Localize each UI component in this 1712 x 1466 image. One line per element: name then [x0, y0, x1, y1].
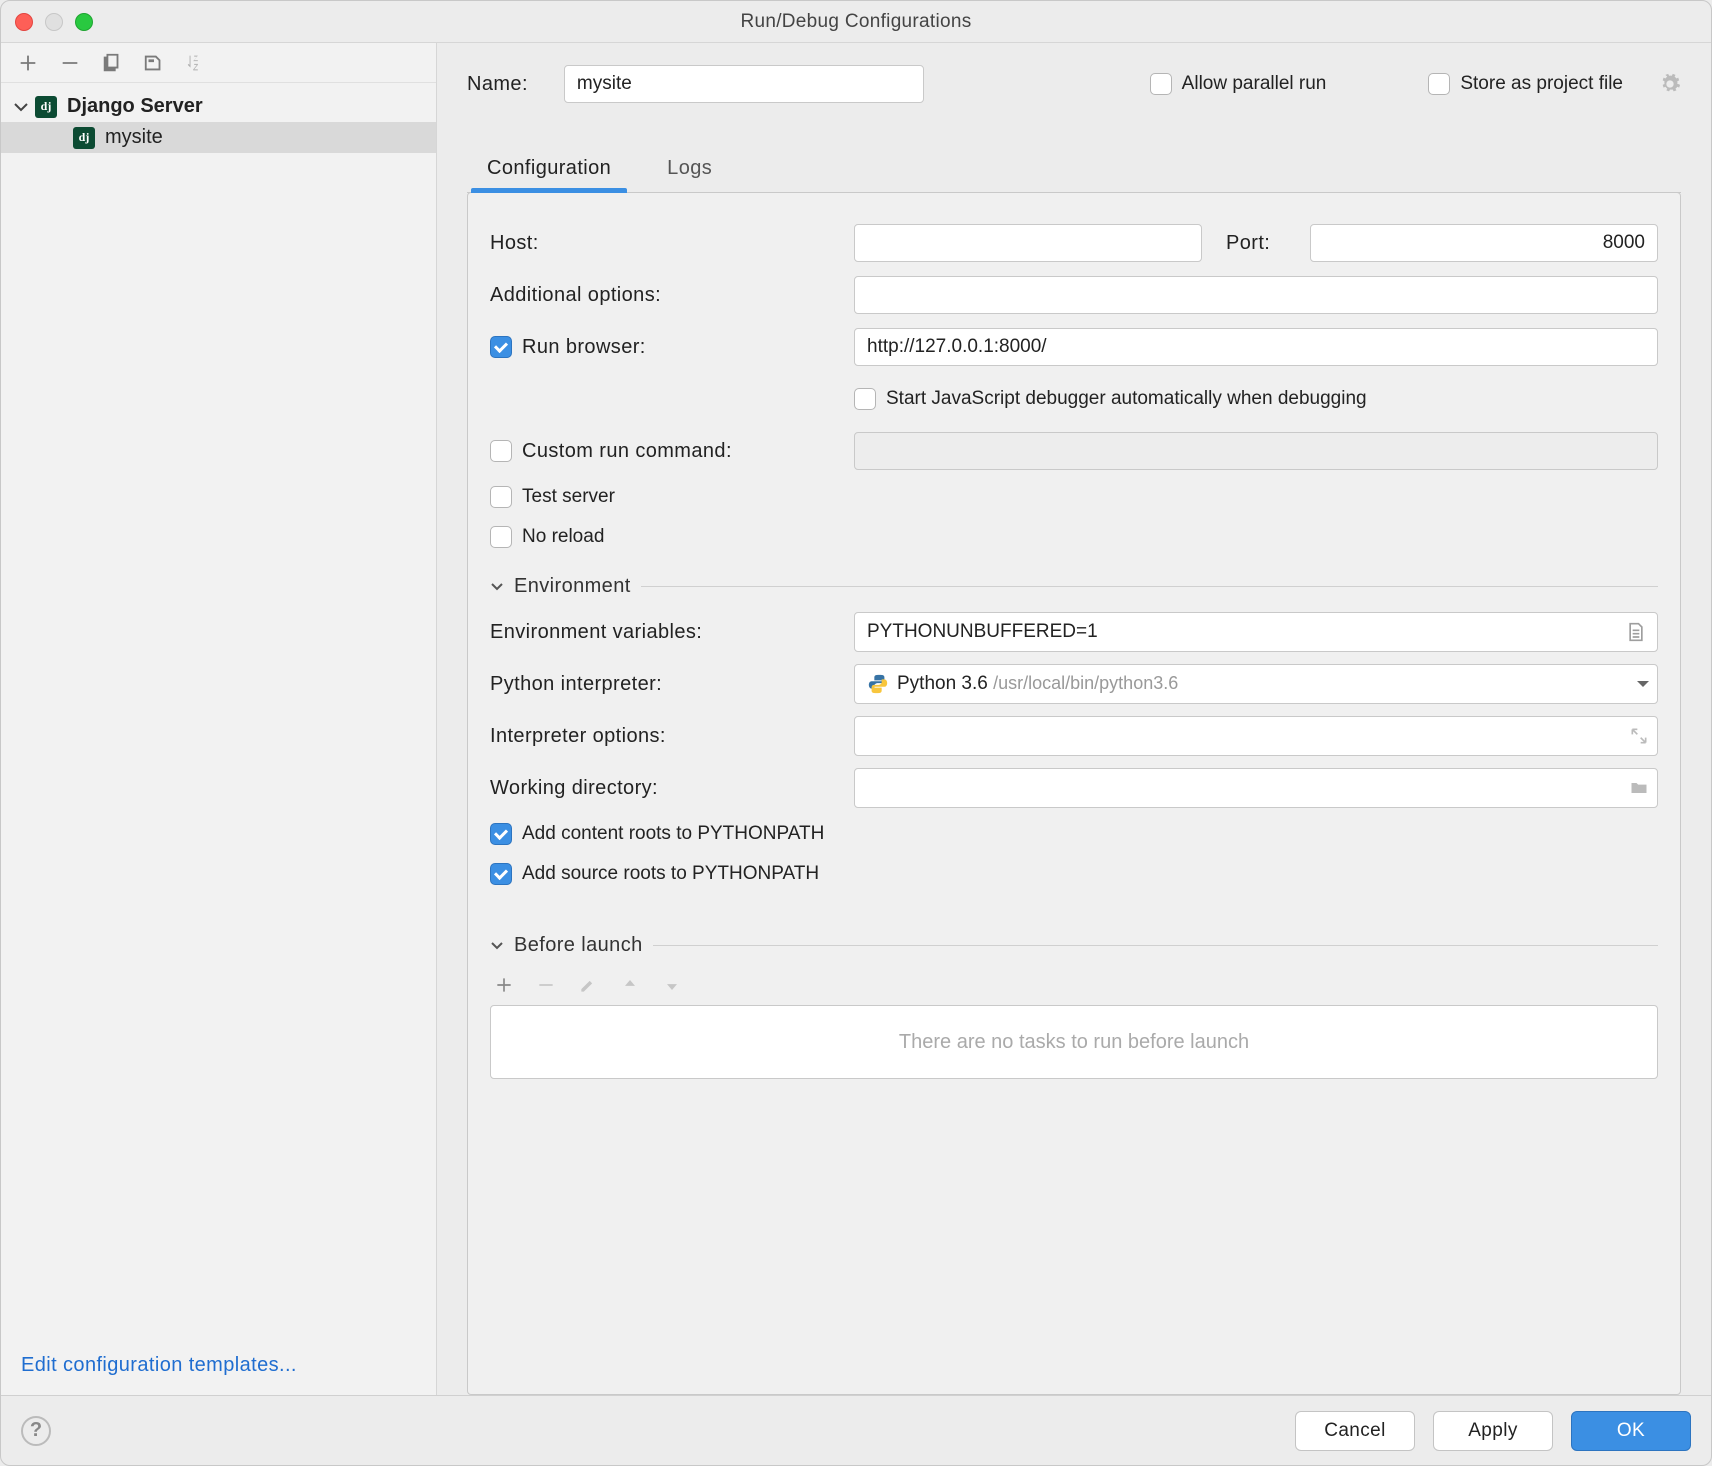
ok-button[interactable]: OK — [1571, 1411, 1691, 1451]
edit-templates-link[interactable]: Edit configuration templates... — [21, 1354, 297, 1376]
tree-category-label: Django Server — [67, 95, 203, 118]
before-launch-toolbar — [490, 965, 1658, 1005]
django-icon: dj — [73, 127, 95, 149]
python-interpreter-select[interactable]: Python 3.6 /usr/local/bin/python3.6 — [854, 664, 1658, 704]
store-as-project-file-label: Store as project file — [1460, 73, 1623, 95]
move-down-icon — [662, 975, 682, 995]
sidebar-toolbar — [1, 43, 436, 83]
add-source-roots-checkbox[interactable]: Add source roots to PYTHONPATH — [490, 863, 819, 885]
edit-env-vars-icon[interactable] — [1627, 622, 1645, 642]
run-browser-label: Run browser: — [522, 336, 646, 359]
working-directory-input[interactable] — [854, 768, 1658, 808]
run-debug-config-window: Run/Debug Configurations dj Django Serve… — [0, 0, 1712, 1466]
host-input[interactable] — [854, 224, 1202, 262]
edit-task-icon — [578, 975, 598, 995]
host-label: Host: — [490, 232, 539, 255]
window-title: Run/Debug Configurations — [1, 11, 1711, 33]
python-interpreter-label: Python interpreter: — [490, 673, 662, 696]
test-server-checkbox[interactable]: Test server — [490, 486, 615, 508]
chevron-down-icon — [1635, 676, 1651, 692]
move-up-icon — [620, 975, 640, 995]
port-label: Port: — [1226, 232, 1286, 255]
folder-icon[interactable] — [1629, 778, 1649, 798]
apply-button[interactable]: Apply — [1433, 1411, 1553, 1451]
chevron-down-icon — [490, 939, 504, 953]
remove-config-icon[interactable] — [59, 52, 81, 74]
help-button[interactable]: ? — [21, 1416, 51, 1446]
config-tree[interactable]: dj Django Server dj mysite — [1, 83, 436, 1336]
custom-run-command-input — [854, 432, 1658, 470]
env-vars-value: PYTHONUNBUFFERED=1 — [867, 621, 1098, 643]
add-content-roots-label: Add content roots to PYTHONPATH — [522, 823, 824, 845]
working-directory-label: Working directory: — [490, 777, 658, 800]
cancel-button[interactable]: Cancel — [1295, 1411, 1415, 1451]
add-config-icon[interactable] — [17, 52, 39, 74]
config-sidebar: dj Django Server dj mysite Edit configur… — [1, 43, 437, 1395]
interpreter-options-label: Interpreter options: — [490, 725, 666, 748]
tab-configuration[interactable]: Configuration — [483, 147, 615, 192]
additional-options-label: Additional options: — [490, 284, 661, 307]
dialog-footer: ? Cancel Apply OK — [1, 1395, 1711, 1465]
tree-item-label: mysite — [105, 126, 163, 149]
env-vars-input[interactable]: PYTHONUNBUFFERED=1 — [854, 612, 1658, 652]
before-launch-section-header[interactable]: Before launch — [490, 934, 1658, 957]
add-task-icon[interactable] — [494, 975, 514, 995]
expand-icon[interactable] — [1629, 726, 1649, 746]
no-reload-checkbox[interactable]: No reload — [490, 526, 604, 548]
python-interpreter-value: Python 3.6 /usr/local/bin/python3.6 — [897, 673, 1178, 695]
start-js-debugger-label: Start JavaScript debugger automatically … — [886, 388, 1367, 410]
custom-run-command-checkbox[interactable]: Custom run command: — [490, 440, 732, 463]
remove-task-icon — [536, 975, 556, 995]
allow-parallel-label: Allow parallel run — [1182, 73, 1327, 95]
gear-icon[interactable] — [1659, 73, 1681, 95]
configuration-panel: Host: Port: Additional options: Run brow… — [467, 192, 1681, 1395]
run-browser-checkbox[interactable]: Run browser: — [490, 336, 646, 359]
config-tabs: Configuration Logs — [467, 147, 1681, 193]
name-label: Name: — [467, 73, 528, 96]
store-as-project-file-checkbox[interactable]: Store as project file — [1428, 73, 1623, 95]
tree-category-django-server[interactable]: dj Django Server — [1, 91, 436, 122]
save-template-icon[interactable] — [143, 52, 165, 74]
chevron-down-icon — [13, 99, 29, 115]
test-server-label: Test server — [522, 486, 615, 508]
add-source-roots-label: Add source roots to PYTHONPATH — [522, 863, 819, 885]
name-input[interactable] — [564, 65, 924, 103]
run-browser-url-input[interactable] — [854, 328, 1658, 366]
sort-az-icon[interactable] — [185, 52, 207, 74]
tree-item-mysite[interactable]: dj mysite — [1, 122, 436, 153]
before-launch-tasks-list: There are no tasks to run before launch — [490, 1005, 1658, 1079]
titlebar: Run/Debug Configurations — [1, 1, 1711, 43]
port-input[interactable] — [1310, 224, 1658, 262]
copy-config-icon[interactable] — [101, 52, 123, 74]
add-content-roots-checkbox[interactable]: Add content roots to PYTHONPATH — [490, 823, 824, 845]
additional-options-input[interactable] — [854, 276, 1658, 314]
env-vars-label: Environment variables: — [490, 621, 702, 644]
python-icon — [867, 673, 889, 695]
start-js-debugger-checkbox[interactable]: Start JavaScript debugger automatically … — [854, 388, 1367, 410]
custom-run-command-label: Custom run command: — [522, 440, 732, 463]
main-panel: Name: Allow parallel run Store as projec… — [437, 43, 1711, 1395]
no-reload-label: No reload — [522, 526, 604, 548]
django-icon: dj — [35, 96, 57, 118]
environment-section-header[interactable]: Environment — [490, 575, 1658, 598]
before-launch-empty-text: There are no tasks to run before launch — [899, 1031, 1249, 1054]
before-launch-section-label: Before launch — [514, 934, 643, 957]
environment-section-label: Environment — [514, 575, 631, 598]
allow-parallel-checkbox[interactable]: Allow parallel run — [1150, 73, 1327, 95]
tab-logs[interactable]: Logs — [663, 147, 716, 192]
chevron-down-icon — [490, 580, 504, 594]
interpreter-options-input[interactable] — [854, 716, 1658, 756]
